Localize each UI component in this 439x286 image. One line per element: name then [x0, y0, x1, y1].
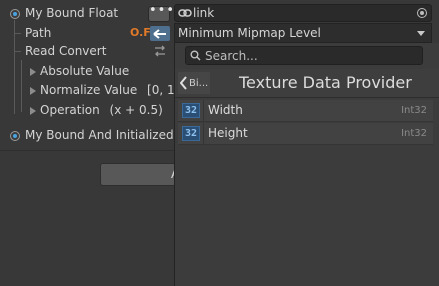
absolute-value-label: Absolute Value — [40, 64, 130, 78]
normalize-value-name: Normalize Value — [40, 83, 138, 97]
item-name: Height — [208, 126, 248, 140]
path-dropdown[interactable]: Minimum Mipmap Level — [174, 23, 432, 43]
foldout-arrow-icon[interactable] — [30, 87, 36, 95]
link-text: link — [193, 6, 215, 20]
tree-guide — [14, 20, 15, 114]
item-type: Int32 — [401, 105, 427, 116]
int-type-icon: 32 — [182, 126, 200, 141]
normalize-value-label: Normalize Value [0, 1] — [40, 83, 179, 97]
foldout-arrow-icon[interactable] — [30, 68, 36, 76]
chevron-down-icon — [417, 31, 425, 36]
path-suffix: O.F — [130, 26, 151, 39]
int-type-icon: 32 — [182, 103, 200, 118]
foldout-arrow-icon[interactable] — [30, 107, 36, 115]
back-button[interactable]: Bi... — [178, 72, 210, 94]
link-field[interactable]: link — [174, 4, 432, 22]
apply-button[interactable]: A — [100, 163, 179, 186]
divider — [0, 150, 174, 151]
path-label: Path — [25, 26, 52, 40]
target-icon[interactable] — [417, 8, 427, 18]
bind-status-icon — [10, 131, 20, 141]
bind-direction-button[interactable] — [150, 26, 170, 41]
bind-status-icon — [10, 9, 20, 19]
search-input[interactable]: Search... — [185, 46, 423, 65]
popup-title: Texture Data Provider — [239, 73, 412, 92]
dropdown-selected: Minimum Mipmap Level — [178, 26, 321, 40]
list-item[interactable]: 32 Height Int32 — [178, 123, 433, 145]
item-type: Int32 — [401, 128, 427, 139]
second-property-label: My Bound And Initialized F — [25, 128, 174, 142]
row-separator — [203, 123, 204, 145]
inspector-window: My Bound Float ••• link Path O.F Minimum… — [0, 0, 439, 286]
operation-name: Operation — [40, 103, 100, 117]
list-item[interactable]: 32 Width Int32 — [178, 100, 433, 122]
tree-guide — [14, 33, 21, 34]
item-name: Width — [208, 103, 243, 117]
read-convert-label: Read Convert — [25, 44, 107, 58]
operation-label: Operation (x + 0.5) — [40, 103, 163, 117]
more-icon: ••• — [149, 3, 176, 18]
row-separator — [203, 100, 204, 122]
tree-guide — [14, 51, 21, 52]
path-picker-popup: Search... Bi... Texture Data Provider 32… — [174, 43, 439, 286]
swap-icon[interactable] — [154, 45, 166, 57]
operation-expression: (x + 0.5) — [109, 103, 163, 117]
options-button[interactable]: ••• — [148, 4, 174, 22]
search-icon — [190, 50, 201, 61]
arrow-left-icon — [153, 28, 166, 39]
back-label: Bi... — [189, 77, 209, 89]
chevron-left-icon — [180, 76, 187, 90]
property-label: My Bound Float — [25, 6, 119, 20]
search-placeholder: Search... — [205, 48, 258, 63]
tree-guide — [21, 60, 22, 112]
link-icon — [178, 9, 192, 17]
popup-header: Bi... Texture Data Provider — [175, 69, 439, 98]
